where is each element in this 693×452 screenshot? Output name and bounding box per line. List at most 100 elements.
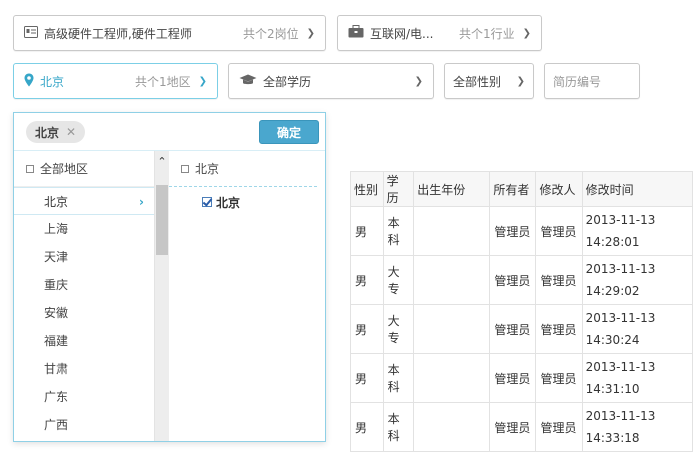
province-item-label: 广东 <box>44 390 69 404</box>
position-filter[interactable]: 高级硬件工程师,硬件工程师 共个2岗位 ❯ <box>13 15 326 51</box>
cell-modified-time: 2013-11-13 14:31:10 <box>581 353 693 403</box>
col-owner: 所有者 <box>489 171 537 207</box>
resume-number-input[interactable]: 简历编号 <box>544 63 640 99</box>
province-item-label: 北京 <box>44 195 69 209</box>
region-panel-header: 北京 ✕ 确定 <box>14 113 325 151</box>
cell-gender: 男 <box>350 255 384 305</box>
cell-birth-year <box>413 402 491 452</box>
selected-region-tag[interactable]: 北京 ✕ <box>26 121 86 143</box>
region-dropdown-panel: 北京 ✕ 确定 全部地区 北京 › 上海 天津 重庆 安徽 福建 甘肃 广东 广… <box>13 112 326 442</box>
cell-gender: 男 <box>350 402 384 452</box>
province-list: 全部地区 北京 › 上海 天津 重庆 安徽 福建 甘肃 广东 广西 <box>14 151 155 441</box>
location-pin-icon <box>24 73 34 90</box>
region-filter[interactable]: 北京 共个1地区 ❯ <box>13 63 218 99</box>
modified-clock: 14:31:10 <box>585 382 640 396</box>
city-item-label: 北京 <box>216 195 241 210</box>
cell-birth-year <box>413 255 491 305</box>
modified-date: 2013-11-13 <box>585 360 656 374</box>
modified-clock: 14:30:24 <box>585 333 640 347</box>
cell-education: 大专 <box>382 255 415 305</box>
cell-modified-time: 2013-11-13 14:29:02 <box>581 255 693 305</box>
region-filter-count: 共个1地区 <box>134 74 191 89</box>
cell-owner: 管理员 <box>489 353 537 403</box>
cell-modified-time: 2013-11-13 14:33:18 <box>581 402 693 452</box>
cell-birth-year <box>413 206 491 256</box>
position-filter-count: 共个2岗位 <box>242 26 299 41</box>
gender-filter[interactable]: 全部性别 ❯ <box>444 63 534 99</box>
province-item-label: 甘肃 <box>44 362 69 376</box>
briefcase-icon <box>348 25 364 41</box>
province-item[interactable]: 福建 <box>14 327 154 355</box>
cell-gender: 男 <box>350 206 384 256</box>
col-modified-time: 修改时间 <box>581 171 693 207</box>
modified-date: 2013-11-13 <box>585 311 656 325</box>
province-item-label: 上海 <box>44 222 69 236</box>
resume-table: 性别 学历 出生年份 所有者 修改人 修改时间 男 本科 管理员 管理员 201… <box>350 171 693 452</box>
province-select-all[interactable]: 北京 <box>169 151 317 187</box>
chevron-right-icon: › <box>139 195 144 209</box>
gender-filter-label: 全部性别 <box>453 74 502 89</box>
col-gender: 性别 <box>350 171 384 207</box>
province-item[interactable]: 重庆 <box>14 271 154 299</box>
confirm-button[interactable]: 确定 <box>259 120 319 144</box>
checkbox-checked-icon[interactable] <box>202 197 212 207</box>
education-filter-label: 全部学历 <box>263 74 312 89</box>
cell-gender: 男 <box>350 353 384 403</box>
cell-modifier: 管理员 <box>535 304 583 354</box>
cell-modifier: 管理员 <box>535 255 583 305</box>
province-header-label: 北京 <box>195 162 220 176</box>
city-item[interactable]: 北京 <box>169 187 325 217</box>
cell-modifier: 管理员 <box>535 402 583 452</box>
cell-modified-time: 2013-11-13 14:30:24 <box>581 304 693 354</box>
graduation-cap-icon <box>239 74 257 89</box>
cell-owner: 管理员 <box>489 206 537 256</box>
province-checkbox[interactable] <box>181 164 189 173</box>
province-item[interactable]: 北京 › <box>14 187 154 215</box>
table-row[interactable]: 男 大专 管理员 管理员 2013-11-13 14:30:24 <box>350 304 693 354</box>
chevron-down-icon: ❯ <box>516 75 525 87</box>
chevron-down-icon: ❯ <box>306 27 315 39</box>
table-header-row: 性别 学历 出生年份 所有者 修改人 修改时间 <box>350 171 693 207</box>
table-row[interactable]: 男 大专 管理员 管理员 2013-11-13 14:29:02 <box>350 255 693 305</box>
position-filter-label: 高级硬件工程师,硬件工程师 <box>44 26 192 41</box>
province-item[interactable]: 广东 <box>14 383 154 411</box>
city-list: 北京 北京 <box>169 151 325 441</box>
cell-gender: 男 <box>350 304 384 354</box>
scrollbar-thumb[interactable] <box>156 185 168 255</box>
table-row[interactable]: 男 本科 管理员 管理员 2013-11-13 14:28:01 <box>350 206 693 256</box>
province-item[interactable]: 天津 <box>14 243 154 271</box>
selected-region-tag-label: 北京 <box>35 125 60 140</box>
cell-birth-year <box>413 304 491 354</box>
table-row[interactable]: 男 本科 管理员 管理员 2013-11-13 14:31:10 <box>350 353 693 403</box>
all-regions-option[interactable]: 全部地区 <box>14 151 154 187</box>
industry-filter[interactable]: 互联网/电... 共个1行业 ❯ <box>337 15 542 51</box>
education-filter[interactable]: 全部学历 ❯ <box>228 63 434 99</box>
chevron-down-icon: ❯ <box>198 75 207 87</box>
modified-date: 2013-11-13 <box>585 213 656 227</box>
cell-modifier: 管理员 <box>535 353 583 403</box>
province-item-label: 广西 <box>44 418 69 432</box>
scroll-up-icon[interactable]: ⌃ <box>155 151 169 173</box>
all-regions-label: 全部地区 <box>40 162 89 176</box>
table-row[interactable]: 男 本科 管理员 管理员 2013-11-13 14:33:18 <box>350 402 693 452</box>
all-regions-checkbox[interactable] <box>26 164 34 173</box>
cell-owner: 管理员 <box>489 402 537 452</box>
chevron-down-icon: ❯ <box>522 27 531 39</box>
province-item[interactable]: 安徽 <box>14 299 154 327</box>
industry-filter-count: 共个1行业 <box>458 26 515 41</box>
modified-clock: 14:33:18 <box>585 431 640 445</box>
id-card-icon <box>24 25 38 41</box>
resume-number-placeholder: 简历编号 <box>553 74 602 89</box>
industry-filter-label: 互联网/电... <box>370 26 434 41</box>
province-item[interactable]: 上海 <box>14 215 154 243</box>
col-modifier: 修改人 <box>535 171 583 207</box>
cell-education: 本科 <box>382 206 415 256</box>
province-item[interactable]: 甘肃 <box>14 355 154 383</box>
province-item-label: 天津 <box>44 250 69 264</box>
chevron-down-icon: ❯ <box>414 75 423 87</box>
modified-clock: 14:29:02 <box>585 284 640 298</box>
close-icon[interactable]: ✕ <box>66 125 76 139</box>
cell-owner: 管理员 <box>489 304 537 354</box>
province-scrollbar[interactable]: ⌃ <box>155 151 169 441</box>
cell-education: 本科 <box>382 353 415 403</box>
